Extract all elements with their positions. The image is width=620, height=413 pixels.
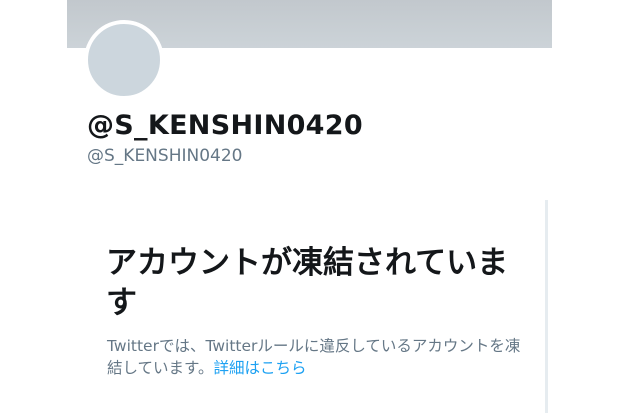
learn-more-link[interactable]: 詳細はこちら xyxy=(214,359,307,377)
suspended-profile-page: @S_KENSHIN0420 @S_KENSHIN0420 アカウントが凍結され… xyxy=(0,0,620,413)
avatar xyxy=(84,20,164,100)
suspension-notice-body: Twitterでは、Twitterルールに違反しているアカウントを凍結しています… xyxy=(107,335,527,379)
suspension-notice-title: アカウントが凍結されています xyxy=(106,245,509,321)
panel-divider xyxy=(545,200,548,413)
profile-display-name: @S_KENSHIN0420 xyxy=(87,110,363,141)
suspension-notice-text: Twitterでは、Twitterルールに違反しているアカウントを凍結しています… xyxy=(107,337,521,377)
profile-screen-name: @S_KENSHIN0420 xyxy=(87,146,243,166)
